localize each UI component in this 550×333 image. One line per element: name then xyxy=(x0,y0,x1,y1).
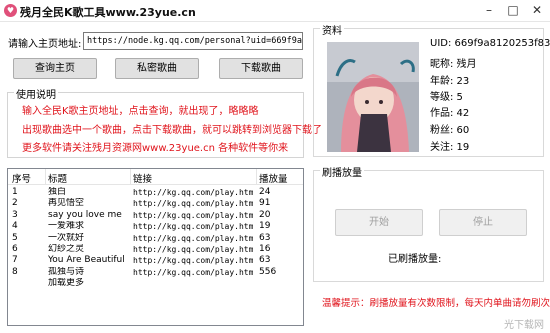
avatar xyxy=(327,42,419,152)
table-row[interactable]: 3 say you love me http://kg.qq.com/play.ht… xyxy=(8,210,303,221)
url-input[interactable]: https://node.kg.qq.com/personal?uid=669f… xyxy=(83,32,303,50)
cell-no: 8 xyxy=(12,266,18,277)
cell-plays: 63 xyxy=(259,255,271,266)
table-row[interactable]: 7 You Are Beautiful http://kg.qq.com/play.… xyxy=(8,255,303,266)
header-no[interactable]: 序号 xyxy=(12,171,31,185)
stop-button[interactable]: 停止 xyxy=(439,209,527,236)
table-row[interactable]: 2 再见悟空 http://kg.qq.com/play.htm... 91 xyxy=(8,198,303,209)
title-bar: ♥ 残月全民K歌工具www.23yue.cn – □ ✕ xyxy=(0,0,550,22)
cell-link: http://kg.qq.com/play.htm... xyxy=(133,210,253,220)
cell-title: 幻纱之灵 xyxy=(48,244,85,254)
cell-plays: 91 xyxy=(259,198,271,209)
watermark: 光下载网 xyxy=(504,320,544,331)
song-table[interactable]: 序号 标题 链接 播放量 1 独白 http://kg.qq.com/play.ht… xyxy=(7,168,304,326)
instructions-title: 使用说明 xyxy=(14,86,58,101)
table-row[interactable]: 5 一次就好 http://kg.qq.com/play.htm... 63 xyxy=(8,233,303,244)
cell-title: 再见悟空 xyxy=(48,198,85,209)
profile-following: 关注: 19 xyxy=(430,142,470,153)
table-row[interactable]: 8 孤独与诗 http://kg.qq.com/play.htm... 556 xyxy=(8,267,303,278)
table-row[interactable]: 6 幻纱之灵 http://kg.qq.com/play.htm... 16 xyxy=(8,244,303,255)
cell-plays: 19 xyxy=(259,221,271,232)
profile-fans: 粉丝: 60 xyxy=(430,125,470,136)
url-label: 请输入主页地址: xyxy=(8,39,82,50)
instruction-line-2: 出现歌曲选中一个歌曲，点击下载歌曲，就可以跳转到浏览器下载了 xyxy=(22,125,322,136)
private-songs-button[interactable]: 私密歌曲 xyxy=(115,58,199,79)
cell-plays: 24 xyxy=(259,187,271,197)
cell-no: 2 xyxy=(12,198,18,209)
profile-level: 等级: 5 xyxy=(430,92,463,103)
cell-no: 7 xyxy=(12,255,18,266)
cell-plays: 20 xyxy=(259,209,271,220)
cell-title: 孤独与诗 xyxy=(48,266,85,277)
cell-no: 1 xyxy=(12,187,18,197)
profile-nickname: 昵称: 残月 xyxy=(430,59,477,70)
profile-age: 年龄: 23 xyxy=(430,76,470,87)
cell-title: 独白 xyxy=(48,187,67,197)
table-row[interactable]: 1 独白 http://kg.qq.com/play.htm... 24 xyxy=(8,187,303,198)
heart-icon: ♥ xyxy=(4,4,17,17)
instruction-line-3: 更多软件请关注残月资源网www.23yue.cn 各种软件等你来 xyxy=(22,143,289,154)
played-count-label: 已刷播放量: xyxy=(388,254,442,265)
header-plays[interactable]: 播放量 xyxy=(259,171,288,185)
cell-title: say you love me xyxy=(48,209,122,220)
minimize-button[interactable]: – xyxy=(476,0,502,20)
close-button[interactable]: ✕ xyxy=(524,0,550,20)
cell-link: http://kg.qq.com/play.htm... xyxy=(133,188,253,197)
cell-plays: 556 xyxy=(259,266,277,277)
cell-no: 6 xyxy=(12,244,18,254)
profile-uid: UID: 669f9a8120253f833c xyxy=(430,38,550,49)
cell-title: 一爱难求 xyxy=(48,221,85,232)
instruction-line-1: 输入全民K歌主页地址，点击查询，就出现了，略略略 xyxy=(22,106,259,117)
header-link[interactable]: 链接 xyxy=(133,171,152,185)
query-home-button[interactable]: 查询主页 xyxy=(13,58,97,79)
start-button[interactable]: 开始 xyxy=(335,209,423,236)
table-header: 序号 标题 链接 播放量 xyxy=(8,169,303,185)
cell-no: 4 xyxy=(12,221,18,232)
cell-title: 一次就好 xyxy=(48,232,85,243)
window-title: 残月全民K歌工具www.23yue.cn xyxy=(20,6,196,19)
cell-no: 3 xyxy=(12,209,18,220)
cell-no: 5 xyxy=(12,232,18,243)
cell-plays: 16 xyxy=(259,244,271,254)
tip-text: 温馨提示：刷播放量有次数限制，每天内单曲请勿刷次数 xyxy=(322,298,550,309)
cell-link: http://kg.qq.com/play.htm... xyxy=(133,199,253,209)
header-title[interactable]: 标题 xyxy=(48,171,67,185)
download-songs-button[interactable]: 下载歌曲 xyxy=(219,58,303,79)
cell-link: http://kg.qq.com/play.htm... xyxy=(133,222,253,232)
cell-plays: 63 xyxy=(259,232,271,243)
cell-title: 加载更多 xyxy=(48,278,85,289)
maximize-button[interactable]: □ xyxy=(500,0,526,20)
cell-link: http://kg.qq.com/play.htm... xyxy=(133,233,253,243)
profile-works: 作品: 42 xyxy=(430,108,470,119)
table-row[interactable]: 加载更多 xyxy=(8,278,303,289)
cell-title: You Are Beautiful xyxy=(48,255,125,266)
cell-link: http://kg.qq.com/play.htm... xyxy=(133,256,253,266)
cell-link: http://kg.qq.com/play.htm... xyxy=(133,245,253,254)
profile-title: 资料 xyxy=(320,22,344,37)
play-count-title: 刷播放量 xyxy=(320,164,364,179)
table-row[interactable]: 4 一爱难求 http://kg.qq.com/play.htm... 19 xyxy=(8,221,303,232)
cell-link: http://kg.qq.com/play.htm... xyxy=(133,267,253,277)
